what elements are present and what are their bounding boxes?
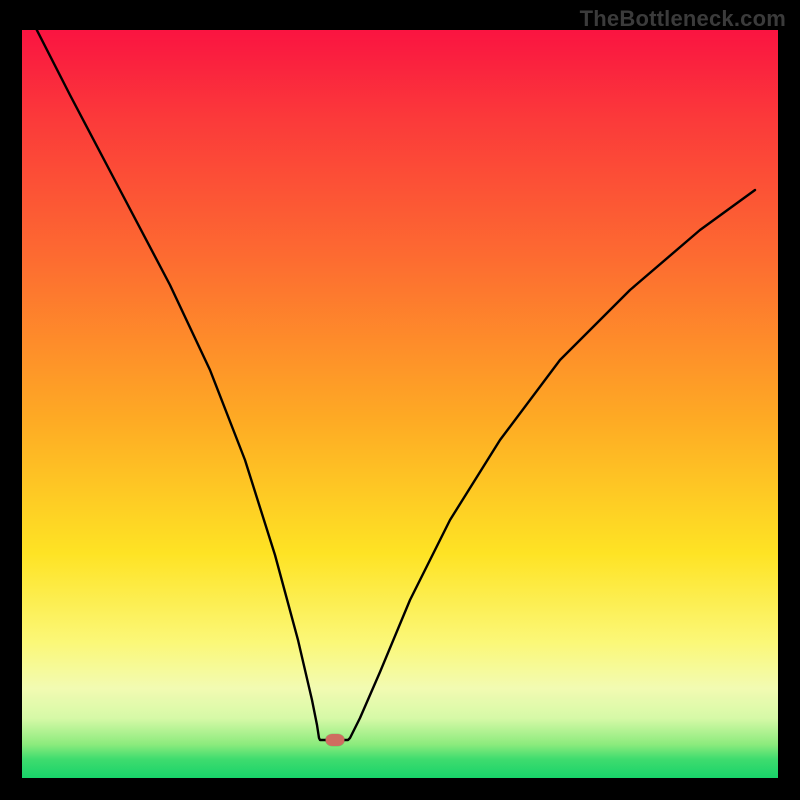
- watermark-text: TheBottleneck.com: [580, 6, 786, 32]
- bottleneck-curve: [22, 30, 778, 778]
- optimal-point-marker: [326, 734, 345, 746]
- chart-frame: TheBottleneck.com: [0, 0, 800, 800]
- plot-area: [22, 30, 778, 778]
